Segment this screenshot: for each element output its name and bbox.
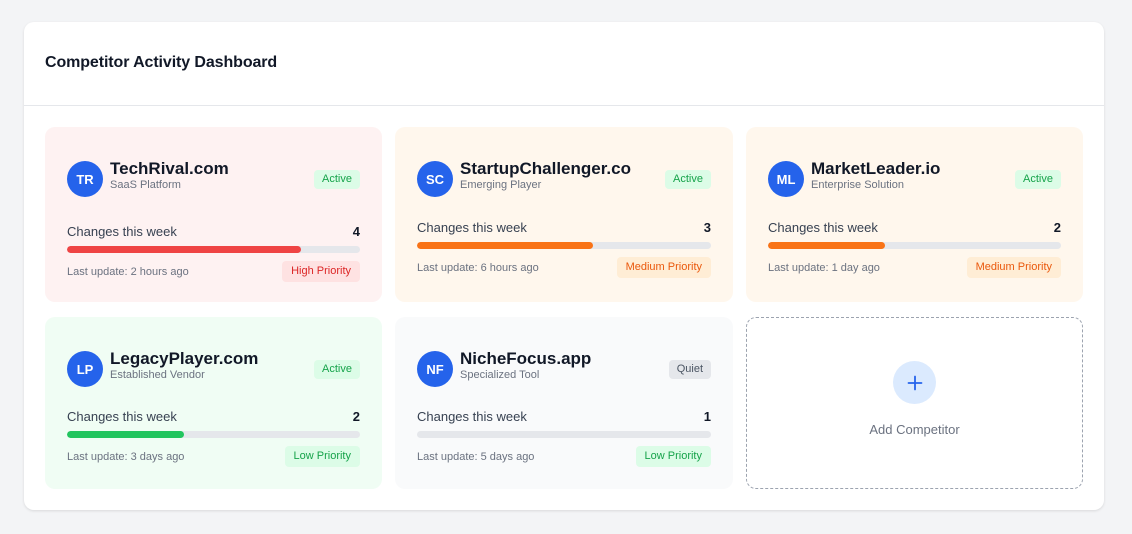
competitor-subtitle: Established Vendor	[110, 369, 205, 381]
competitor-card-nichefocus[interactable]: NF NicheFocus.app Specialized Tool Quiet…	[395, 317, 733, 489]
priority-badge: High Priority	[282, 261, 360, 282]
competitor-name: NicheFocus.app	[460, 349, 592, 368]
status-badge: Quiet	[668, 360, 711, 379]
avatar: TR	[67, 161, 103, 197]
avatar: ML	[768, 161, 804, 197]
activity-bar	[67, 246, 360, 253]
competitor-name: StartupChallenger.co	[460, 159, 631, 178]
page-title: Competitor Activity Dashboard	[45, 53, 278, 71]
competitor-name: MarketLeader.io	[811, 159, 941, 178]
avatar: NF	[417, 351, 453, 387]
changes-count: 2	[1053, 220, 1061, 235]
last-update: Last update: 6 hours ago	[417, 261, 539, 274]
competitor-subtitle: Emerging Player	[460, 179, 542, 191]
changes-label: Changes this week	[67, 409, 177, 424]
activity-bar-fill	[417, 242, 594, 249]
changes-label: Changes this week	[67, 224, 177, 239]
activity-bar-fill	[768, 242, 886, 249]
priority-badge: Low Priority	[635, 446, 711, 467]
status-badge: Active	[665, 170, 711, 189]
last-update: Last update: 5 days ago	[417, 450, 535, 463]
changes-count: 2	[352, 409, 360, 424]
dashboard-panel: Competitor Activity Dashboard TR TechRiv…	[24, 22, 1104, 510]
avatar: SC	[417, 161, 453, 197]
last-update: Last update: 3 days ago	[67, 450, 185, 463]
add-competitor-label: Add Competitor	[869, 422, 960, 437]
competitor-subtitle: Specialized Tool	[460, 369, 540, 381]
competitor-card-techrival[interactable]: TR TechRival.com SaaS Platform Active Ch…	[45, 127, 382, 302]
panel-header: Competitor Activity Dashboard	[24, 22, 1104, 106]
status-badge: Active	[314, 170, 360, 189]
activity-bar	[768, 242, 1061, 249]
competitor-card-startupchallenger[interactable]: SC StartupChallenger.co Emerging Player …	[395, 127, 733, 302]
competitor-card-marketleader[interactable]: ML MarketLeader.io Enterprise Solution A…	[746, 127, 1083, 302]
changes-count: 1	[703, 409, 711, 424]
changes-label: Changes this week	[417, 220, 527, 235]
activity-bar	[417, 431, 711, 438]
plus-icon	[893, 361, 936, 404]
competitor-subtitle: SaaS Platform	[110, 179, 181, 191]
status-badge: Active	[1015, 170, 1061, 189]
competitor-card-legacyplayer[interactable]: LP LegacyPlayer.com Established Vendor A…	[45, 317, 382, 489]
competitor-name: LegacyPlayer.com	[110, 349, 259, 368]
status-badge: Active	[314, 360, 360, 379]
activity-bar	[67, 431, 360, 438]
changes-label: Changes this week	[768, 220, 878, 235]
competitor-subtitle: Enterprise Solution	[811, 179, 904, 191]
changes-count: 3	[703, 220, 711, 235]
activity-bar-fill	[67, 431, 185, 438]
competitor-name: TechRival.com	[110, 159, 229, 178]
competitor-grid: TR TechRival.com SaaS Platform Active Ch…	[45, 127, 1083, 489]
priority-badge: Medium Priority	[616, 257, 711, 278]
activity-bar-fill	[67, 246, 302, 253]
changes-count: 4	[352, 224, 360, 239]
last-update: Last update: 2 hours ago	[67, 265, 189, 278]
changes-label: Changes this week	[417, 409, 527, 424]
plus-icon-glyph	[907, 375, 922, 390]
avatar: LP	[67, 351, 103, 387]
activity-bar	[417, 242, 711, 249]
priority-badge: Medium Priority	[966, 257, 1061, 278]
last-update: Last update: 1 day ago	[768, 261, 880, 274]
priority-badge: Low Priority	[284, 446, 360, 467]
add-competitor-button[interactable]: Add Competitor	[746, 317, 1083, 489]
